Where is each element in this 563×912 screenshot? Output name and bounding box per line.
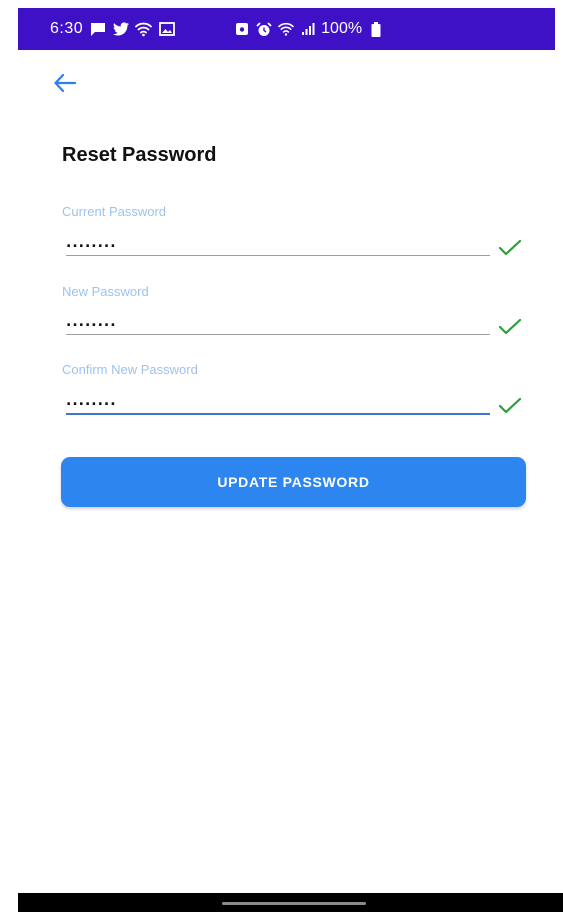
page-title: Reset Password xyxy=(62,144,217,166)
status-left: 6:30 xyxy=(50,20,175,38)
current-password-underline xyxy=(66,255,490,256)
new-password-label: New Password xyxy=(62,284,149,299)
back-button[interactable] xyxy=(52,70,78,96)
arrow-left-icon xyxy=(54,74,76,92)
twitter-icon xyxy=(112,21,129,38)
confirm-password-underline xyxy=(66,413,490,415)
current-password-check-icon xyxy=(498,238,522,258)
new-password-underline xyxy=(66,334,490,335)
image-icon xyxy=(158,21,175,38)
battery-percent: 100% xyxy=(321,20,363,37)
message-icon xyxy=(89,21,106,38)
status-time: 6:30 xyxy=(50,20,84,37)
lock-icon xyxy=(233,21,250,38)
update-password-button[interactable]: UPDATE PASSWORD xyxy=(61,457,526,507)
wifi-icon xyxy=(277,21,294,38)
confirm-password-check-icon xyxy=(498,396,522,416)
new-password-field[interactable] xyxy=(66,310,490,334)
current-password-field[interactable] xyxy=(66,231,490,255)
battery-icon xyxy=(367,21,384,38)
navigation-bar xyxy=(18,893,563,912)
status-right: 100% xyxy=(233,20,384,38)
home-gesture-handle[interactable] xyxy=(222,902,366,905)
confirm-password-field[interactable] xyxy=(66,389,490,413)
alarm-icon xyxy=(255,21,272,38)
current-password-label: Current Password xyxy=(62,204,167,219)
new-password-check-icon xyxy=(498,317,522,337)
confirm-password-label: Confirm New Password xyxy=(62,362,198,377)
signal-icon xyxy=(299,21,316,38)
wifi-vpn-icon xyxy=(135,21,153,38)
status-bar: 6:30 100% xyxy=(18,8,555,50)
